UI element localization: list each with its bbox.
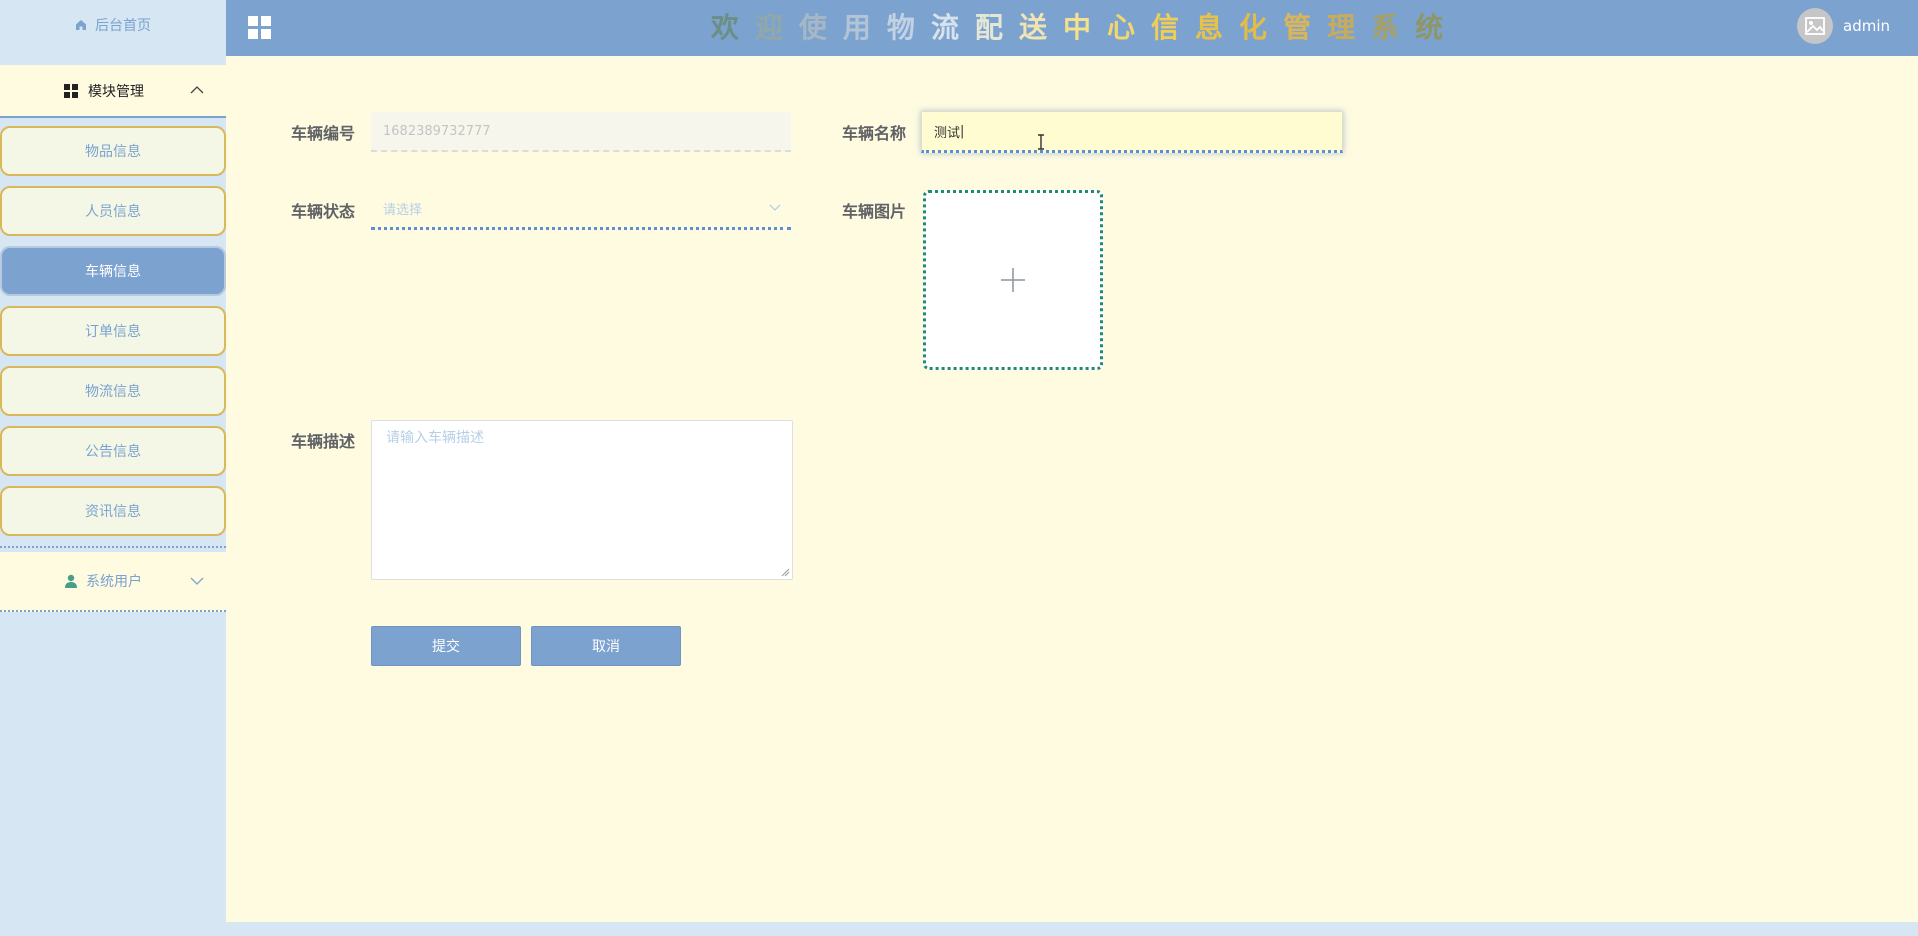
avatar xyxy=(1797,8,1833,44)
sidebar-group-label: 系统用户 xyxy=(86,574,142,590)
grid-icon xyxy=(64,83,78,98)
title-char: 欢 xyxy=(710,11,755,44)
sidebar-group-module[interactable]: 模块管理 xyxy=(0,65,226,118)
text-cursor-icon xyxy=(1038,134,1044,150)
sidebar-group-users[interactable]: 系统用户 xyxy=(0,552,226,612)
sidebar-item-order[interactable]: 订单信息 xyxy=(0,306,226,356)
sidebar-item-label: 后台首页 xyxy=(95,18,151,34)
main-content: 车辆编号 1682389732777 车辆名称 测试 | 车辆状态 请选择 车辆图… xyxy=(226,56,1918,922)
title-char: 迎 xyxy=(754,11,799,44)
title-char: 系 xyxy=(1371,11,1416,44)
chevron-down-icon xyxy=(190,577,204,585)
title-char: 息 xyxy=(1195,11,1240,44)
sidebar-item-label: 公告信息 xyxy=(85,444,141,460)
sidebar-item-news[interactable]: 资讯信息 xyxy=(0,486,226,536)
sidebar-menu-list: 物品信息 人员信息 车辆信息 订单信息 物流信息 公告信息 资讯信息 xyxy=(0,118,226,536)
home-icon xyxy=(76,20,86,30)
vehicle-desc-textarea[interactable]: 请输入车辆描述 xyxy=(371,420,793,580)
vehicle-code-value: 1682389732777 xyxy=(383,123,491,139)
sidebar-divider xyxy=(0,546,226,548)
footer-strip xyxy=(226,922,1918,936)
sidebar-item-home[interactable]: 后台首页 xyxy=(0,0,226,50)
plus-icon xyxy=(1001,268,1025,292)
title-char: 使 xyxy=(798,11,843,44)
sidebar-item-label: 车辆信息 xyxy=(85,264,141,280)
status-placeholder: 请选择 xyxy=(383,203,423,218)
title-char: 理 xyxy=(1327,11,1372,44)
title-char: 流 xyxy=(930,11,975,44)
desc-placeholder: 请输入车辆描述 xyxy=(386,430,484,446)
status-label: 车辆状态 xyxy=(291,202,356,221)
top-header: 欢迎使用物流配送中心信息化管理系统 admin xyxy=(226,0,1918,56)
site-title: 欢迎使用物流配送中心信息化管理系统 xyxy=(226,6,1918,46)
code-label: 车辆编号 xyxy=(291,124,356,143)
vehicle-code-field: 1682389732777 xyxy=(371,112,791,152)
desc-label: 车辆描述 xyxy=(291,432,356,451)
sidebar-item-label: 物品信息 xyxy=(85,144,141,160)
title-char: 化 xyxy=(1239,11,1284,44)
sidebar: 后台首页 模块管理 物品信息 人员信息 车辆信息 订单信息 物流信息 公告信息 … xyxy=(0,0,226,936)
name-label: 车辆名称 xyxy=(842,124,907,143)
sidebar-item-goods[interactable]: 物品信息 xyxy=(0,126,226,176)
sidebar-item-label: 资讯信息 xyxy=(85,504,141,520)
image-upload-box[interactable] xyxy=(923,190,1103,370)
title-char: 管 xyxy=(1283,11,1328,44)
chevron-up-icon xyxy=(190,86,204,94)
cancel-button[interactable]: 取消 xyxy=(531,626,681,666)
sidebar-group-label: 模块管理 xyxy=(88,83,144,100)
user-menu[interactable]: admin xyxy=(1797,8,1890,44)
title-char: 物 xyxy=(886,11,931,44)
sidebar-item-vehicle[interactable]: 车辆信息 xyxy=(0,246,226,296)
vehicle-status-select[interactable]: 请选择 xyxy=(371,190,791,230)
title-char: 心 xyxy=(1107,11,1152,44)
sidebar-item-label: 人员信息 xyxy=(85,204,141,220)
image-label: 车辆图片 xyxy=(842,202,907,221)
user-name: admin xyxy=(1843,17,1890,35)
sidebar-item-logistics[interactable]: 物流信息 xyxy=(0,366,226,416)
title-char: 中 xyxy=(1062,11,1107,44)
title-char: 用 xyxy=(842,11,887,44)
image-icon xyxy=(1805,17,1825,35)
resize-handle-icon[interactable] xyxy=(780,567,790,577)
title-char: 送 xyxy=(1018,11,1063,44)
user-icon xyxy=(65,574,77,588)
chevron-down-icon xyxy=(769,204,781,211)
submit-button[interactable]: 提交 xyxy=(371,626,521,666)
sidebar-item-label: 订单信息 xyxy=(85,324,141,340)
title-char: 信 xyxy=(1151,11,1196,44)
sidebar-item-label: 物流信息 xyxy=(85,384,141,400)
vehicle-name-input[interactable]: 测试 | xyxy=(921,111,1343,153)
sidebar-item-staff[interactable]: 人员信息 xyxy=(0,186,226,236)
vehicle-name-value: 测试 xyxy=(934,125,961,141)
title-char: 配 xyxy=(974,11,1019,44)
title-char: 统 xyxy=(1415,11,1460,44)
sidebar-item-notice[interactable]: 公告信息 xyxy=(0,426,226,476)
